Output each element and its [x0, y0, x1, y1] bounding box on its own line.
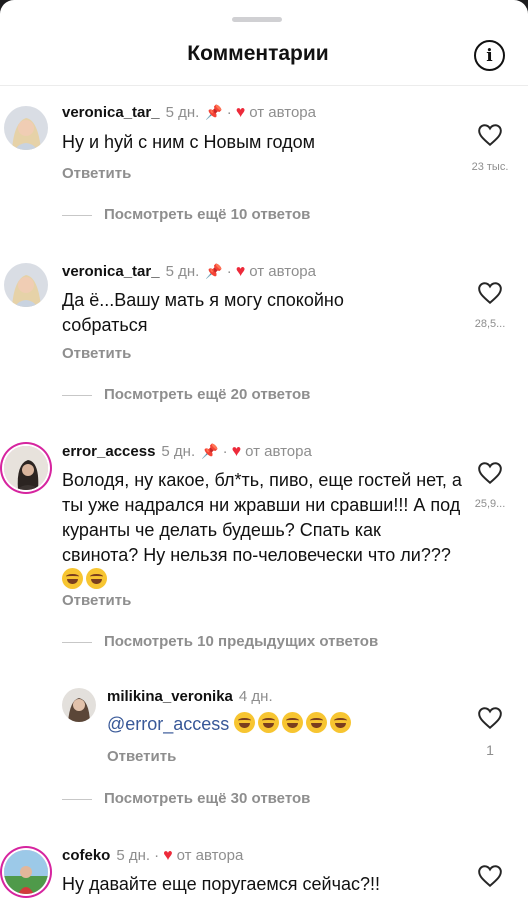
avatar[interactable]: [4, 446, 48, 490]
comment-username[interactable]: milikina_veronika: [107, 688, 233, 705]
heart-icon[interactable]: [477, 281, 503, 305]
author-heart-icon: ♥: [235, 104, 246, 121]
avatar[interactable]: [62, 688, 96, 722]
avatar[interactable]: [4, 106, 48, 150]
comment-meta: error_access 5 дн. 📌 · ♥ от автора: [62, 443, 312, 460]
author-badge: от автора: [249, 263, 316, 280]
comment-username[interactable]: veronica_tar_: [62, 104, 160, 121]
heart-icon[interactable]: [477, 461, 503, 485]
page-title: Комментарии: [187, 42, 329, 65]
comment-time: 5 дн.: [165, 263, 200, 280]
comment-text-body: Володя, ну какое, бл*ть, пиво, еще госте…: [62, 470, 462, 565]
view-more-replies[interactable]: Посмотреть ещё 30 ответов: [62, 790, 310, 807]
view-more-replies-label: Посмотреть ещё 10 ответов: [104, 206, 311, 223]
comment-username[interactable]: cofeko: [62, 847, 110, 864]
comment-text: Ну давайте еще поругаемся сейчас?!!: [62, 874, 380, 894]
author-badge: от автора: [176, 847, 244, 864]
comment-time: 5 дн.: [116, 847, 151, 864]
laughing-emoji-icon: [306, 712, 328, 733]
comment-meta: milikina_veronika 4 дн.: [107, 688, 273, 705]
like-count: 28,5...: [474, 318, 506, 330]
avatar[interactable]: [4, 850, 48, 894]
view-more-replies[interactable]: Посмотреть ещё 10 ответов: [62, 206, 310, 223]
comment-time: 5 дн.: [165, 104, 200, 121]
rofl-emoji-icon: [62, 568, 83, 589]
heart-icon[interactable]: [477, 706, 503, 730]
comments-sheet: Комментарии i veronica_tar_ 5 дн. 📌 · ♥ от ав…: [0, 0, 528, 900]
reply-button[interactable]: Ответить: [62, 345, 131, 362]
comment-text: Володя, ну какое, бл*ть, пиво, еще госте…: [62, 468, 462, 593]
author-badge: от автора: [245, 443, 312, 460]
header-divider: [0, 85, 528, 86]
author-badge: от автора: [249, 104, 316, 121]
comment-meta: cofeko 5 дн. · ♥ от автора: [62, 847, 244, 864]
view-more-replies[interactable]: Посмотреть ещё 20 ответов: [62, 386, 310, 403]
reply-button[interactable]: Ответить: [62, 165, 131, 182]
reply-button[interactable]: Ответить: [62, 592, 131, 609]
comment-time: 4 дн.: [238, 688, 273, 705]
pin-icon: 📌: [205, 263, 223, 279]
view-more-replies-label: Посмотреть ещё 30 ответов: [104, 790, 311, 807]
user-mention[interactable]: @error_access: [107, 714, 229, 734]
heart-icon[interactable]: [477, 123, 503, 147]
comment-text: Ну и hуй с ним с Новым годом: [62, 132, 316, 152]
heart-icon[interactable]: [477, 864, 503, 888]
comment-username[interactable]: veronica_tar_: [62, 263, 160, 280]
sheet-grabber[interactable]: [232, 17, 282, 22]
laughing-emoji-icon: [330, 712, 352, 733]
author-heart-icon: ♥: [163, 847, 173, 864]
like-count: 23 тыс.: [471, 161, 509, 173]
like-count: 1: [486, 742, 494, 758]
comment-meta: veronica_tar_ 5 дн. 📌 · ♥ от автора: [62, 104, 316, 121]
reply-button[interactable]: Ответить: [107, 748, 176, 765]
avatar[interactable]: [4, 263, 48, 307]
view-more-replies-label: Посмотреть ещё 20 ответов: [104, 386, 311, 403]
info-icon[interactable]: i: [474, 40, 505, 71]
pin-icon: 📌: [205, 104, 223, 120]
laughing-emoji-icon: [258, 712, 280, 733]
view-more-replies-label: Посмотреть 10 предыдущих ответов: [104, 633, 379, 650]
view-more-replies[interactable]: Посмотреть 10 предыдущих ответов: [62, 633, 378, 650]
author-heart-icon: ♥: [235, 263, 246, 280]
comment-username[interactable]: error_access: [62, 443, 155, 460]
rofl-emoji-icon: [86, 568, 107, 589]
comment-time: 5 дн.: [161, 443, 196, 460]
author-heart-icon: ♥: [231, 443, 242, 460]
laughing-emoji-icon: [234, 712, 256, 733]
comment-meta: veronica_tar_ 5 дн. 📌 · ♥ от автора: [62, 263, 316, 280]
pin-icon: 📌: [201, 443, 219, 459]
laughing-emoji-icon: [282, 712, 304, 733]
comment-text: @error_access: [107, 712, 447, 737]
like-count: 25,9...: [474, 498, 506, 510]
comment-text: Да ё...Вашу мать я могу спокойно собрать…: [62, 290, 344, 335]
